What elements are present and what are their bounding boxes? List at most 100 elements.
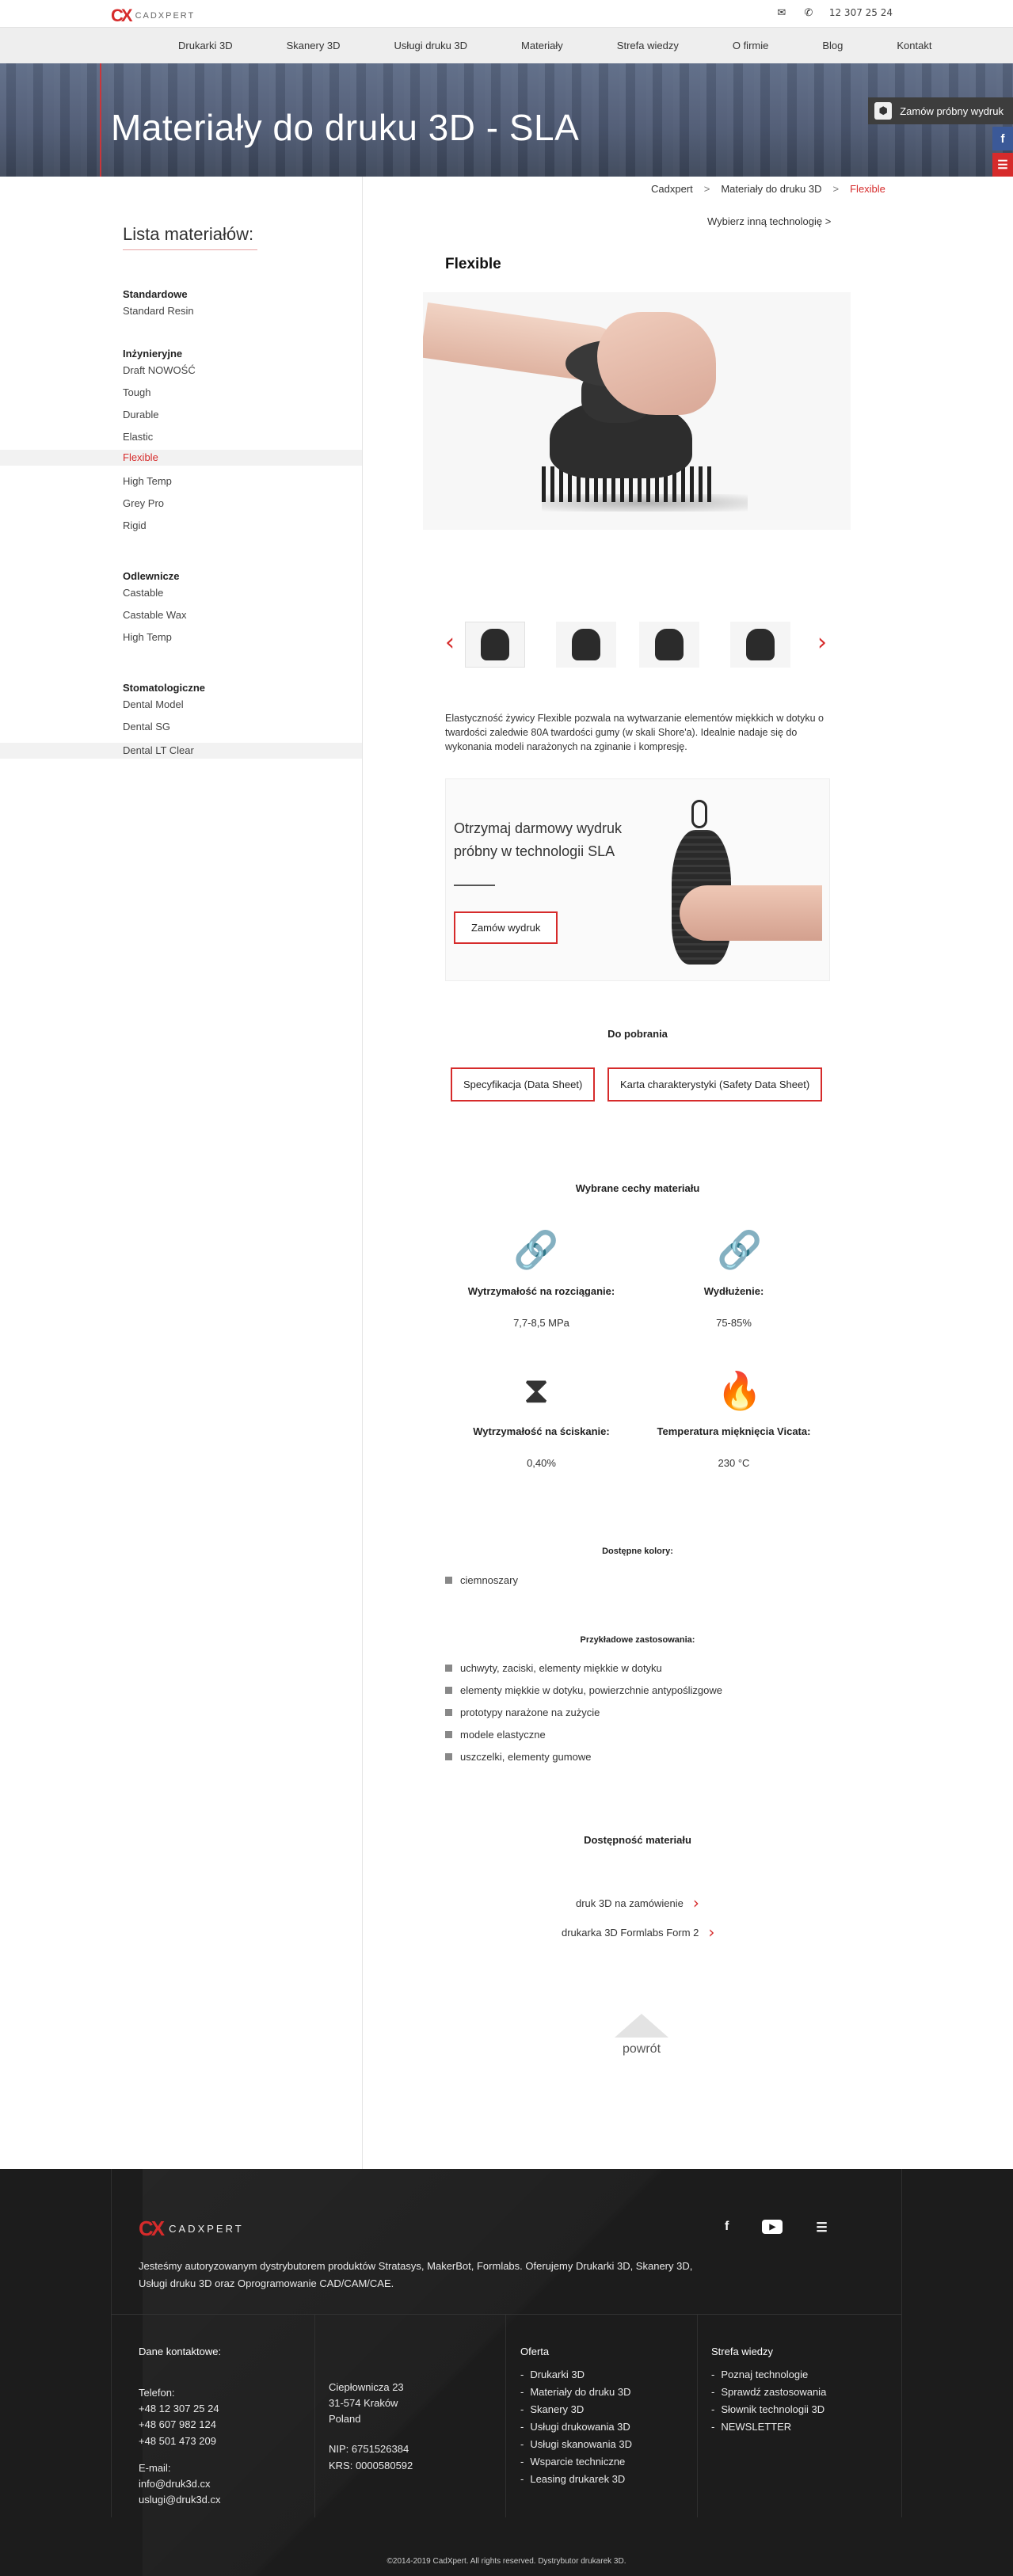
footer-link[interactable]: - Materiały do druku 3D: [520, 2384, 632, 2401]
document-icon[interactable]: ☰: [992, 153, 1013, 177]
breadcrumb-item-materials[interactable]: Materiały do druku 3D: [721, 183, 821, 195]
thumbnail-object: [481, 629, 509, 660]
safety-datasheet-button[interactable]: Karta charakterystyki (Safety Data Sheet…: [607, 1067, 823, 1102]
nav-item-strefa-wiedzy[interactable]: Strefa wiedzy: [617, 40, 679, 51]
carousel-next-icon[interactable]: ›: [817, 631, 833, 658]
sidebar-item-high-temp[interactable]: High Temp: [0, 472, 362, 494]
dash: -: [711, 2369, 715, 2381]
footer-link[interactable]: - Sprawdź zastosowania: [711, 2384, 826, 2401]
footer-email[interactable]: uslugi@druk3d.cx: [139, 2492, 221, 2508]
availability-link-print-on-demand[interactable]: druk 3D na zamówienie ›: [576, 1895, 699, 1911]
dash: -: [520, 2438, 524, 2451]
footer-link[interactable]: - Leasing drukarek 3D: [520, 2471, 632, 2488]
nav-item-skanery[interactable]: Skanery 3D: [287, 40, 341, 51]
breadcrumb-item-home[interactable]: Cadxpert: [651, 183, 693, 195]
header-phone[interactable]: 12 307 25 24: [829, 7, 893, 18]
link-icon: 🔗: [513, 1227, 559, 1271]
footer-phone-label: Telefon:: [139, 2387, 175, 2399]
youtube-icon[interactable]: ▶: [762, 2220, 783, 2234]
document-icon[interactable]: ☰: [816, 2220, 827, 2235]
bullet-square: [445, 1753, 452, 1760]
availability-link-form2[interactable]: drukarka 3D Formlabs Form 2 ›: [562, 1924, 714, 1940]
nav-item-materialy[interactable]: Materiały: [521, 40, 563, 51]
footer-link[interactable]: - NEWSLETTER: [711, 2418, 826, 2436]
thumbnail-2[interactable]: [556, 622, 616, 668]
thumbnail-4[interactable]: [730, 622, 790, 668]
footer-link-label: Leasing drukarek 3D: [530, 2473, 626, 2486]
back-to-top-label: powrót: [622, 2042, 661, 2056]
footer-logo[interactable]: CX CADXPERT: [139, 2216, 244, 2241]
footer-link[interactable]: - Drukarki 3D: [520, 2366, 632, 2384]
link-icon: 🔗: [717, 1227, 763, 1271]
sidebar-item-castable-wax[interactable]: Castable Wax: [0, 606, 362, 628]
bullet-square: [445, 1577, 452, 1584]
product-photo: [423, 292, 851, 530]
footer-divider: [314, 2314, 315, 2517]
carousel-prev-icon[interactable]: ‹: [445, 631, 461, 658]
facebook-icon[interactable]: f: [725, 2220, 729, 2235]
footer-link[interactable]: - Słownik technologii 3D: [711, 2401, 826, 2418]
nav-item-o-firmie[interactable]: O firmie: [733, 40, 769, 51]
footer-street: Ciepłownicza 23: [329, 2381, 404, 2393]
footer-email[interactable]: info@druk3d.cx: [139, 2476, 221, 2492]
footer-phone[interactable]: +48 12 307 25 24: [139, 2401, 221, 2417]
nav-item-blog[interactable]: Blog: [822, 40, 843, 51]
logo-text: CADXPERT: [169, 2223, 244, 2235]
footer-offer-title: Oferta: [520, 2346, 550, 2357]
sidebar-item-dental-model[interactable]: Dental Model: [0, 695, 362, 717]
material-title: Flexible: [445, 256, 501, 272]
footer-phone[interactable]: +48 607 982 124: [139, 2417, 221, 2433]
footer-contact: Dane kontaktowe: Telefon: +48 12 307 25 …: [139, 2344, 221, 2508]
cube-icon: ⬢: [874, 102, 893, 120]
logo-mark: CX: [139, 2216, 165, 2240]
dash: -: [520, 2403, 524, 2416]
sidebar-item-dental-sg[interactable]: Dental SG: [0, 717, 362, 740]
sidebar-item-draft[interactable]: Draft NOWOŚĆ: [0, 361, 362, 383]
sidebar-item-durable[interactable]: Durable: [0, 405, 362, 428]
application-item: prototypy narażone na zużycie: [460, 1707, 600, 1718]
footer-link[interactable]: - Skanery 3D: [520, 2401, 632, 2418]
sidebar-item-tough[interactable]: Tough: [0, 383, 362, 405]
feature-value: 230 °C: [718, 1457, 750, 1469]
footer-link-label: Usługi skanowania 3D: [530, 2438, 632, 2451]
promo-photo-hand: [680, 885, 822, 941]
footer-link[interactable]: - Poznaj technologie: [711, 2366, 826, 2384]
sidebar-item-grey-pro[interactable]: Grey Pro: [0, 494, 362, 516]
nav-item-kontakt[interactable]: Kontakt: [897, 40, 931, 51]
facebook-icon[interactable]: f: [992, 127, 1013, 150]
bullet-square: [445, 1709, 452, 1716]
sidebar-divider: [362, 177, 363, 2172]
availability-title: Dostępność materiału: [584, 1834, 691, 1846]
main-content: Cadxpert > Materiały do druku 3D > Flexi…: [0, 177, 1013, 2172]
order-sample-button[interactable]: ⬢ Zamów próbny wydruk: [868, 97, 1013, 124]
mail-icon[interactable]: ✉: [775, 7, 788, 19]
logo[interactable]: CX CADXPERT: [111, 6, 195, 26]
footer-address: Ciepłownicza 23 31-574 Kraków Poland NIP…: [329, 2380, 413, 2474]
hero-accent-line: [100, 63, 101, 177]
sidebar-item-flexible[interactable]: Flexible: [0, 450, 362, 466]
footer-link[interactable]: - Usługi skanowania 3D: [520, 2436, 632, 2453]
nav-item-drukarki[interactable]: Drukarki 3D: [178, 40, 233, 51]
copyright: ©2014-2019 CadXpert. All rights reserved…: [387, 2557, 626, 2566]
thumbnail-3[interactable]: [639, 622, 699, 668]
sidebar-item-castable[interactable]: Castable: [0, 584, 362, 606]
sidebar-item-elastic[interactable]: Elastic: [0, 428, 362, 450]
sidebar-item-standard-resin[interactable]: Standard Resin: [0, 302, 362, 324]
footer-krs: KRS: 0000580592: [329, 2459, 413, 2471]
footer-link[interactable]: - Wsparcie techniczne: [520, 2453, 632, 2471]
footer-link[interactable]: - Usługi drukowania 3D: [520, 2418, 632, 2436]
nav-item-uslugi[interactable]: Usługi druku 3D: [394, 40, 468, 51]
thumbnail-1[interactable]: [465, 622, 525, 668]
back-to-top-button[interactable]: powrót: [610, 2014, 673, 2057]
order-print-button[interactable]: Zamów wydruk: [454, 911, 558, 944]
datasheet-button[interactable]: Specyfikacja (Data Sheet): [451, 1067, 596, 1102]
footer-contact-title: Dane kontaktowe:: [139, 2346, 222, 2357]
footer-phone[interactable]: +48 501 473 209: [139, 2433, 221, 2449]
sidebar-item-rigid[interactable]: Rigid: [0, 516, 362, 538]
breadcrumb-separator: >: [832, 183, 840, 195]
promo-box: Otrzymaj darmowy wydruk próbny w technol…: [445, 778, 830, 981]
sidebar-item-dental-lt-clear[interactable]: Dental LT Clear: [0, 743, 362, 759]
sidebar-item-casting-high-temp[interactable]: High Temp: [0, 628, 362, 650]
thumbnail-row: ‹ ›: [445, 622, 830, 669]
other-technology-link[interactable]: Wybierz inną technologię >: [707, 215, 831, 227]
